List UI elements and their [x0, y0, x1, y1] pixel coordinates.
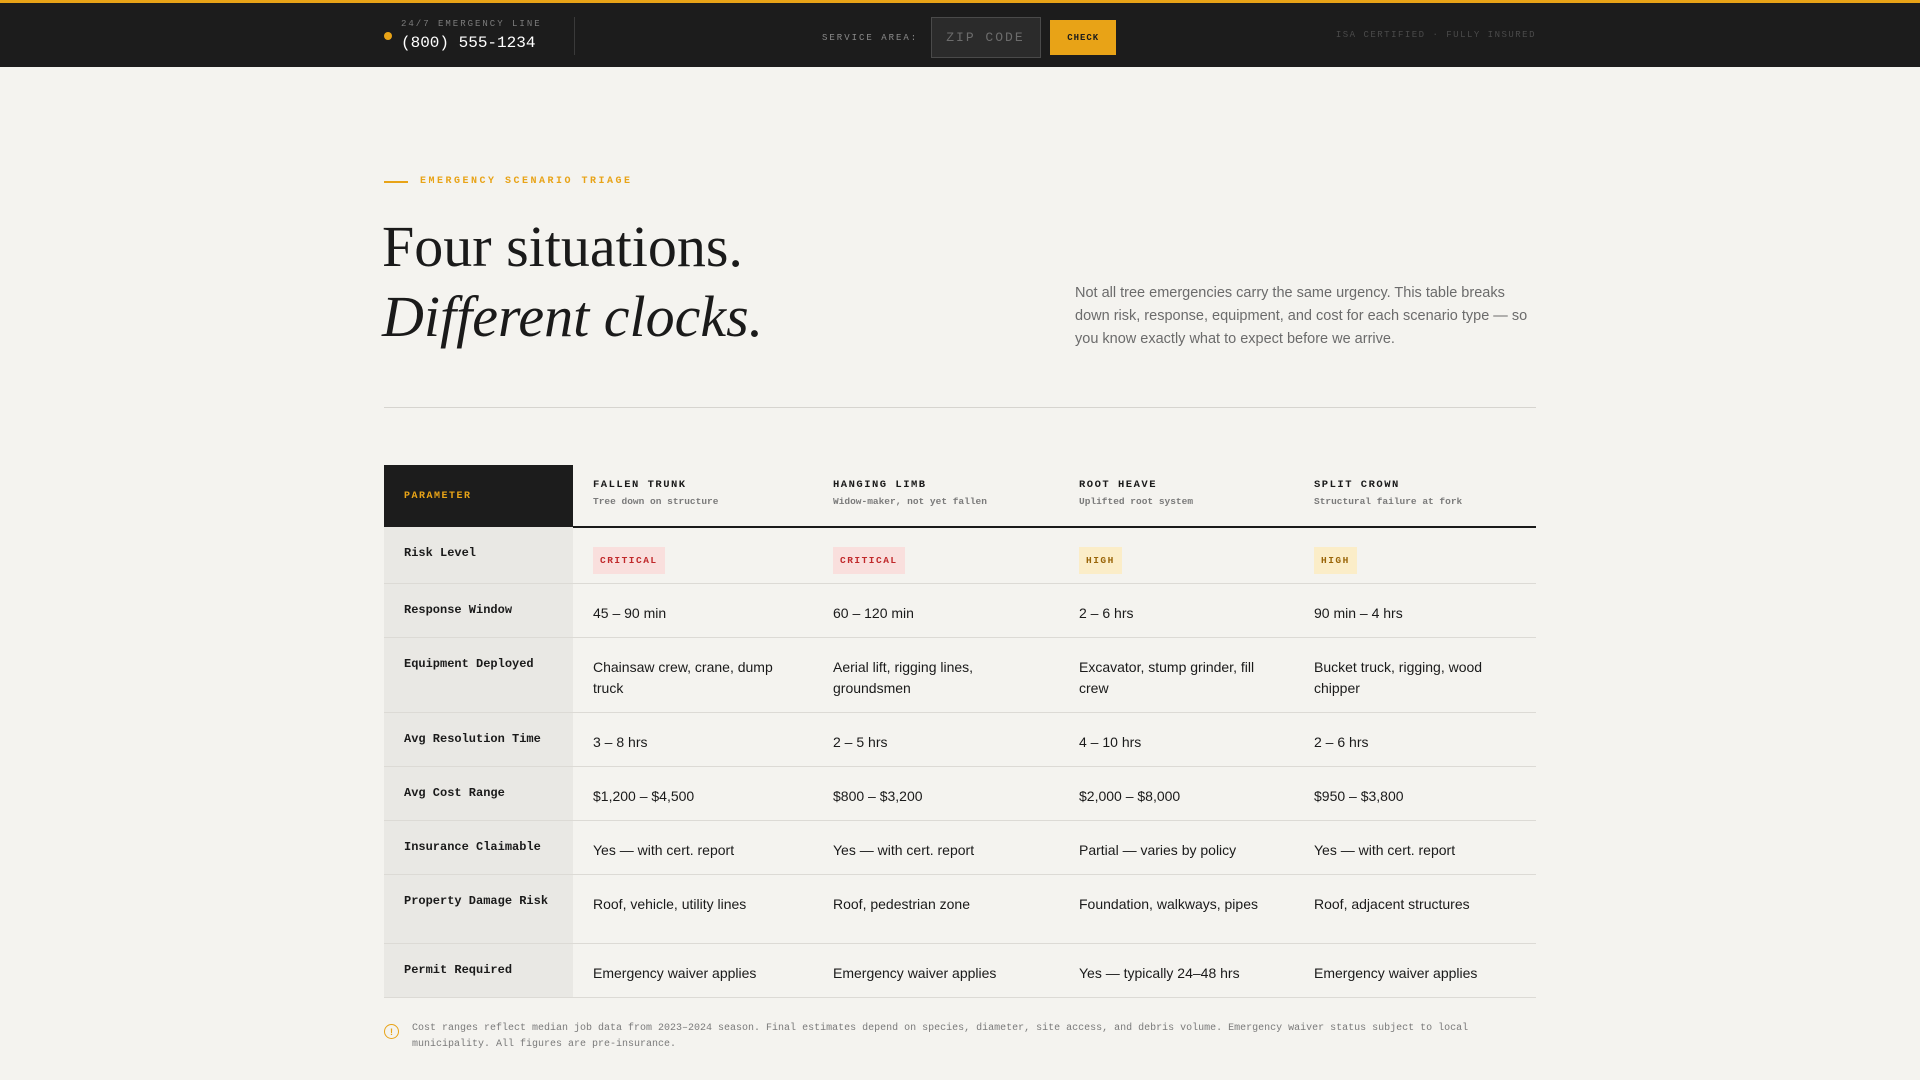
- table-cell: HIGH: [1294, 527, 1536, 584]
- scenario-name: ROOT HEAVE: [1079, 479, 1158, 491]
- scenario-header-root-heave: ROOT HEAVE Uplifted root system: [1059, 465, 1294, 528]
- parameter-header: PARAMETER: [384, 465, 573, 527]
- emergency-label: 24/7 EMERGENCY LINE: [401, 19, 542, 29]
- scenario-subtitle: Structural failure at fork: [1314, 496, 1463, 507]
- scenario-name: HANGING LIMB: [833, 479, 927, 491]
- risk-badge-critical: CRITICAL: [833, 547, 905, 574]
- table-cell: 4 – 10 hrs: [1059, 712, 1294, 767]
- scenario-header-fallen-trunk: FALLEN TRUNK Tree down on structure: [573, 465, 813, 528]
- eyebrow-label: EMERGENCY SCENARIO TRIAGE: [420, 176, 633, 187]
- table-cell: Yes — with cert. report: [813, 820, 1059, 875]
- scenario-subtitle: Tree down on structure: [593, 496, 719, 507]
- table-cell: Roof, pedestrian zone: [813, 874, 1059, 944]
- risk-badge-high: HIGH: [1079, 547, 1122, 574]
- section-eyebrow: EMERGENCY SCENARIO TRIAGE: [384, 176, 633, 187]
- table-cell: HIGH: [1059, 527, 1294, 584]
- table-row-response-window: Response Window 45 – 90 min 60 – 120 min…: [384, 583, 1536, 638]
- table-cell: $2,000 – $8,000: [1059, 766, 1294, 821]
- table-cell: Yes — typically 24–48 hrs: [1059, 943, 1294, 998]
- scenario-header-hanging-limb: HANGING LIMB Widow-maker, not yet fallen: [813, 465, 1059, 528]
- table-cell: Chainsaw crew, crane, dump truck: [573, 637, 813, 713]
- table-row-risk-level: Risk Level CRITICAL CRITICAL HIGH HIGH: [384, 527, 1536, 584]
- emergency-text: 24/7 EMERGENCY LINE (800) 555-1234: [401, 18, 542, 54]
- table-cell: Aerial lift, rigging lines, groundsmen: [813, 637, 1059, 713]
- row-label: Avg Cost Range: [384, 766, 573, 821]
- table-row-property-damage: Property Damage Risk Roof, vehicle, util…: [384, 874, 1536, 944]
- footnote-text: Cost ranges reflect median job data from…: [412, 1023, 1469, 1050]
- table-cell: Yes — with cert. report: [1294, 820, 1536, 875]
- scenario-subtitle: Widow-maker, not yet fallen: [833, 496, 987, 507]
- table-cell: 2 – 6 hrs: [1059, 583, 1294, 638]
- risk-badge-high: HIGH: [1314, 547, 1357, 574]
- title-line-2: Different clocks.: [382, 284, 764, 349]
- risk-badge-critical: CRITICAL: [593, 547, 665, 574]
- section-divider: [384, 407, 1536, 408]
- certification-note: ISA CERTIFIED · FULLY INSURED: [1335, 30, 1536, 40]
- table-cell: 90 min – 4 hrs: [1294, 583, 1536, 638]
- row-label: Permit Required: [384, 943, 573, 998]
- table-cell: CRITICAL: [813, 527, 1059, 584]
- status-dot-icon: [384, 32, 392, 40]
- table-cell: 60 – 120 min: [813, 583, 1059, 638]
- scenario-name: FALLEN TRUNK: [593, 479, 687, 491]
- table-cell: 2 – 6 hrs: [1294, 712, 1536, 767]
- scenario-header-split-crown: SPLIT CROWN Structural failure at fork: [1294, 465, 1536, 528]
- table-cell: CRITICAL: [573, 527, 813, 584]
- check-button[interactable]: CHECK: [1050, 20, 1117, 55]
- table-cell: $1,200 – $4,500: [573, 766, 813, 821]
- eyebrow-rule: [384, 180, 408, 183]
- table-cell: Bucket truck, rigging, wood chipper: [1294, 637, 1536, 713]
- table-cell: Emergency waiver applies: [573, 943, 813, 998]
- table-cell: Roof, vehicle, utility lines: [573, 874, 813, 944]
- scenario-name: SPLIT CROWN: [1314, 479, 1400, 491]
- table-row-resolution-time: Avg Resolution Time 3 – 8 hrs 2 – 5 hrs …: [384, 712, 1536, 767]
- info-icon: !: [384, 1024, 399, 1039]
- row-label: Equipment Deployed: [384, 637, 573, 713]
- table-cell: Roof, adjacent structures: [1294, 874, 1536, 944]
- row-label: Response Window: [384, 583, 573, 638]
- emergency-phone[interactable]: (800) 555-1234: [401, 32, 542, 54]
- intro-paragraph: Not all tree emergencies carry the same …: [1075, 285, 1528, 347]
- top-bar: 24/7 EMERGENCY LINE (800) 555-1234 SERVI…: [0, 0, 1920, 67]
- table-row-equipment: Equipment Deployed Chainsaw crew, crane,…: [384, 637, 1536, 713]
- table-row-cost-range: Avg Cost Range $1,200 – $4,500 $800 – $3…: [384, 766, 1536, 821]
- table-cell: Partial — varies by policy: [1059, 820, 1294, 875]
- table-cell: Yes — with cert. report: [573, 820, 813, 875]
- table-cell: 3 – 8 hrs: [573, 712, 813, 767]
- table-cell: $950 – $3,800: [1294, 766, 1536, 821]
- table-footnote: ! Cost ranges reflect median job data fr…: [384, 1021, 1536, 1053]
- scenario-table: PARAMETER FALLEN TRUNK Tree down on stru…: [384, 465, 1536, 998]
- title-line-1: Four situations.: [382, 214, 743, 279]
- table-cell: $800 – $3,200: [813, 766, 1059, 821]
- table-header-row: PARAMETER FALLEN TRUNK Tree down on stru…: [384, 465, 1536, 528]
- table-cell: 45 – 90 min: [573, 583, 813, 638]
- table-row-permit: Permit Required Emergency waiver applies…: [384, 943, 1536, 998]
- row-label: Avg Resolution Time: [384, 712, 573, 767]
- row-label: Property Damage Risk: [384, 874, 573, 944]
- page-title: Four situations. Different clocks.: [382, 212, 763, 352]
- table-cell: Emergency waiver applies: [1294, 943, 1536, 998]
- table-row-insurance: Insurance Claimable Yes — with cert. rep…: [384, 820, 1536, 875]
- emergency-line[interactable]: 24/7 EMERGENCY LINE (800) 555-1234: [384, 17, 575, 55]
- table-cell: Foundation, walkways, pipes: [1059, 874, 1294, 944]
- row-label: Risk Level: [384, 527, 573, 584]
- table-cell: 2 – 5 hrs: [813, 712, 1059, 767]
- service-area-label: SERVICE AREA:: [822, 32, 919, 43]
- row-label: Insurance Claimable: [384, 820, 573, 875]
- service-area-check: SERVICE AREA: CHECK: [822, 17, 1117, 58]
- table-cell: Emergency waiver applies: [813, 943, 1059, 998]
- scenario-subtitle: Uplifted root system: [1079, 496, 1194, 507]
- zip-code-input[interactable]: [931, 17, 1042, 58]
- table-cell: Excavator, stump grinder, fill crew: [1059, 637, 1294, 713]
